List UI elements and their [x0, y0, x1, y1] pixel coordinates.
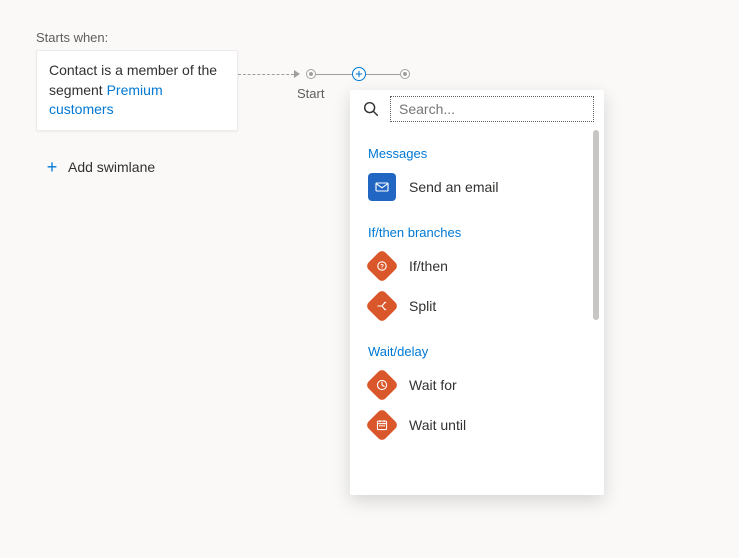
action-label: If/then	[409, 258, 448, 274]
if-then-icon: ?	[365, 249, 399, 283]
plus-icon: +	[44, 159, 60, 175]
action-wait-until[interactable]: Wait until	[368, 405, 594, 445]
action-label: Wait for	[409, 377, 457, 393]
action-wait-for[interactable]: Wait for	[368, 365, 594, 405]
flow-arrowhead-icon	[294, 70, 300, 78]
plus-icon	[355, 70, 363, 78]
svg-text:?: ?	[380, 263, 384, 270]
scrollbar[interactable]	[593, 130, 599, 320]
action-label: Wait until	[409, 417, 466, 433]
action-list: Messages Send an email If/then branches …	[350, 126, 604, 495]
group-header-branches: If/then branches	[368, 225, 594, 240]
flow-connector	[366, 74, 400, 75]
email-icon	[368, 173, 396, 201]
search-row	[350, 90, 604, 126]
starts-when-label: Starts when:	[36, 30, 108, 45]
action-split[interactable]: Split	[368, 286, 594, 326]
group-header-messages: Messages	[368, 146, 594, 161]
calendar-icon	[365, 408, 399, 442]
add-swimlane-button[interactable]: + Add swimlane	[44, 159, 155, 175]
start-node-label: Start	[297, 86, 324, 101]
search-icon	[360, 100, 382, 118]
search-input[interactable]	[390, 96, 594, 122]
add-action-node[interactable]	[352, 67, 366, 81]
action-picker-popup: Messages Send an email If/then branches …	[350, 90, 604, 495]
flow-connector	[316, 74, 352, 75]
action-label: Split	[409, 298, 436, 314]
split-icon	[365, 289, 399, 323]
flow-connector-dashed	[238, 74, 294, 75]
action-label: Send an email	[409, 179, 499, 195]
start-node[interactable]	[306, 69, 316, 79]
action-if-then[interactable]: ? If/then	[368, 246, 594, 286]
group-header-wait: Wait/delay	[368, 344, 594, 359]
clock-icon	[365, 368, 399, 402]
end-node	[400, 69, 410, 79]
add-swimlane-label: Add swimlane	[68, 159, 155, 175]
segment-trigger-card[interactable]: Contact is a member of the segment Premi…	[36, 50, 238, 131]
action-send-email[interactable]: Send an email	[368, 167, 594, 207]
